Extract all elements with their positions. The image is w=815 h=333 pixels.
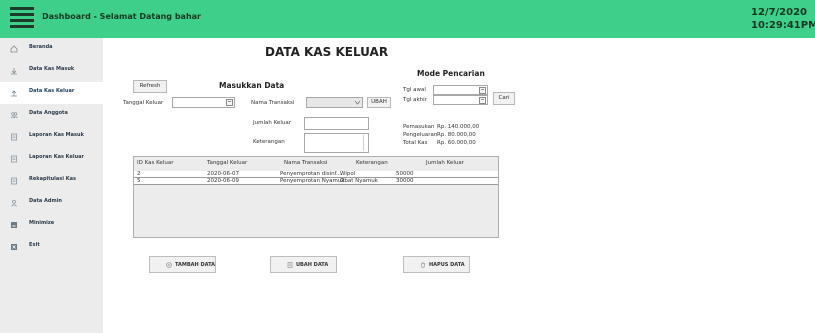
- sidebar-item-minimize[interactable]: Minimize: [0, 214, 103, 236]
- column-header[interactable]: Nama Transaksi: [284, 160, 327, 166]
- tambah-data-button[interactable]: TAMBAH DATA: [149, 256, 216, 273]
- sidebar-item-label: Data Kas Masuk: [29, 66, 75, 72]
- current-time: 10:29:41PM: [751, 20, 815, 31]
- nama-transaksi-label: Nama Transaksi: [251, 100, 295, 106]
- edit-icon: [287, 262, 293, 268]
- sidebar-item-data-admin[interactable]: Data Admin: [0, 192, 103, 214]
- sidebar-item-beranda[interactable]: Beranda: [0, 38, 103, 60]
- add-icon: [166, 262, 172, 268]
- table-cell: Obat Nyamuk: [340, 178, 378, 184]
- nama-transaksi-select[interactable]: [306, 97, 363, 108]
- total-kas-label: Total Kas: [403, 140, 428, 146]
- sidebar-item-data-kas-masuk[interactable]: Data Kas Masuk: [0, 60, 103, 82]
- table-cell: Wipol: [340, 171, 356, 177]
- sidebar-item-label: Data Anggota: [29, 110, 68, 116]
- sidebar-item-label: Rekapitulasi Kas: [29, 176, 76, 182]
- table-cell: Penyemprotan Nyamuk: [280, 178, 345, 184]
- table-cell: 2020-06-09: [207, 178, 239, 184]
- tanggal-keluar-field[interactable]: [172, 97, 235, 108]
- tgl-awal-label: Tgl awal: [403, 87, 426, 93]
- jumlah-keluar-field[interactable]: [304, 117, 369, 130]
- sidebar-item-label: Beranda: [29, 44, 53, 50]
- data-table[interactable]: ID Kas Keluar Tanggal Keluar Nama Transa…: [133, 156, 499, 238]
- report-icon: [11, 155, 17, 163]
- sidebar-item-data-anggota[interactable]: Data Anggota: [0, 104, 103, 126]
- button-label: TAMBAH DATA: [175, 262, 215, 268]
- form-heading: Masukkan Data: [219, 81, 285, 90]
- hapus-data-button[interactable]: HAPUS DATA: [403, 256, 470, 273]
- upload-icon: [11, 90, 17, 97]
- sidebar-item-label: Exit: [29, 242, 40, 248]
- tgl-akhir-field[interactable]: [433, 95, 488, 105]
- tanggal-keluar-label: Tanggal Keluar: [123, 100, 164, 106]
- report-icon: [11, 177, 17, 185]
- pemasukan-value: Rp. 140.000,00: [437, 124, 480, 130]
- table-cell: 2: [137, 171, 141, 177]
- tgl-awal-field[interactable]: [433, 85, 488, 95]
- pemasukan-label: Pemasukan: [403, 124, 435, 130]
- table-cell: 5: [137, 178, 141, 184]
- refresh-button[interactable]: Refresh: [133, 80, 167, 93]
- table-row[interactable]: 5 2020-06-09 Penyemprotan Nyamuk Obat Ny…: [134, 178, 498, 185]
- sidebar-item-label: Minimize: [29, 220, 55, 226]
- calendar-icon[interactable]: [479, 97, 486, 104]
- user-icon: [11, 199, 17, 207]
- trash-icon: [421, 262, 425, 268]
- cari-button[interactable]: Cari: [493, 92, 515, 105]
- sidebar-item-label: Data Admin: [29, 198, 62, 204]
- table-cell: 50000: [396, 171, 414, 177]
- calendar-icon[interactable]: [479, 87, 486, 94]
- calendar-icon[interactable]: [226, 99, 233, 106]
- sidebar-item-label: Laporan Kas Masuk: [29, 132, 84, 138]
- column-header[interactable]: ID Kas Keluar: [137, 160, 173, 166]
- button-label: UBAH DATA: [296, 262, 329, 268]
- column-header[interactable]: Tanggal Keluar: [207, 160, 247, 166]
- table-cell: 30000: [396, 178, 414, 184]
- pengeluaran-label: Pengeluaran: [403, 132, 438, 138]
- page-title: DATA KAS KELUAR: [265, 45, 389, 59]
- sidebar: Beranda Data Kas Masuk Data Kas Keluar D…: [0, 38, 103, 333]
- app-title: Dashboard - Selamat Datang bahar: [42, 12, 201, 21]
- ubah-data-button[interactable]: UBAH DATA: [270, 256, 337, 273]
- jumlah-keluar-label: Jumlah Keluar: [253, 120, 291, 126]
- pengeluaran-value: Rp. 80.000,00: [437, 132, 476, 138]
- exit-icon: [11, 244, 17, 250]
- keterangan-field[interactable]: [304, 133, 369, 153]
- column-header[interactable]: Jumlah Keluar: [426, 160, 464, 166]
- button-label: HAPUS DATA: [429, 262, 465, 268]
- sidebar-item-label: Data Kas Keluar: [29, 88, 75, 94]
- header-bar: Dashboard - Selamat Datang bahar 12/7/20…: [0, 0, 815, 38]
- tgl-akhir-label: Tgl akhir: [403, 97, 427, 103]
- download-icon: [11, 68, 17, 75]
- ubah-button[interactable]: UBAH: [367, 97, 391, 108]
- total-kas-value: Rp. 60.000,00: [437, 140, 476, 146]
- scrollbar[interactable]: [363, 135, 369, 151]
- minimize-icon: [11, 222, 17, 228]
- menu-icon[interactable]: [10, 7, 34, 29]
- home-icon: [10, 45, 18, 53]
- keterangan-label: Keterangan: [253, 139, 285, 145]
- sidebar-item-data-kas-keluar[interactable]: Data Kas Keluar: [0, 82, 103, 104]
- search-heading: Mode Pencarian: [417, 69, 485, 78]
- users-icon: [10, 112, 18, 119]
- table-cell: 2020-06-07: [207, 171, 239, 177]
- sidebar-item-laporan-kas-masuk[interactable]: Laporan Kas Masuk: [0, 126, 103, 148]
- current-date: 12/7/2020: [751, 7, 808, 18]
- chevron-down-icon: [355, 101, 360, 105]
- sidebar-item-label: Laporan Kas Keluar: [29, 154, 84, 160]
- sidebar-item-exit[interactable]: Exit: [0, 236, 103, 258]
- report-icon: [11, 133, 17, 141]
- sidebar-item-rekapitulasi-kas[interactable]: Rekapitulasi Kas: [0, 170, 103, 192]
- sidebar-item-laporan-kas-keluar[interactable]: Laporan Kas Keluar: [0, 148, 103, 170]
- table-row[interactable]: 2 2020-06-07 Penyemprotan disinf... Wipo…: [134, 171, 498, 178]
- column-header[interactable]: Keterangan: [356, 160, 388, 166]
- table-cell: Penyemprotan disinf...: [280, 171, 342, 177]
